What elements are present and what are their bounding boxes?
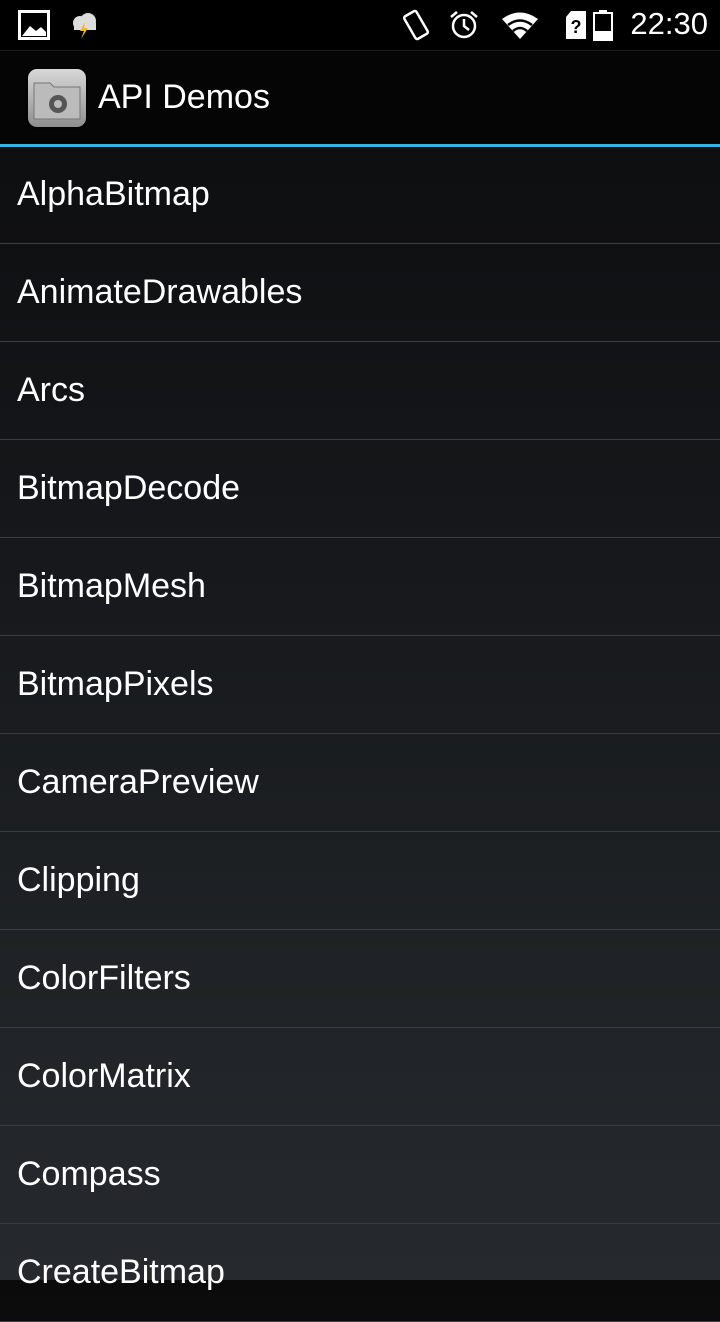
list-item[interactable]: Clipping [0, 832, 720, 930]
list-item-label: ColorMatrix [17, 1057, 191, 1095]
list-item[interactable]: CreateBitmap [0, 1224, 720, 1322]
list-item[interactable]: Compass [0, 1126, 720, 1224]
list-item-label: ColorFilters [17, 959, 191, 997]
list-item-label: BitmapPixels [17, 665, 214, 703]
list-item[interactable]: AlphaBitmap [0, 146, 720, 244]
status-bar: ? 22:30 [0, 0, 720, 51]
list-item-label: AlphaBitmap [17, 175, 210, 213]
weather-storm-icon [68, 10, 100, 40]
list-item[interactable]: CameraPreview [0, 734, 720, 832]
alarm-icon [448, 10, 480, 40]
list-item-label: BitmapDecode [17, 469, 241, 507]
list-item-label: Arcs [17, 371, 85, 409]
demo-list[interactable]: AlphaBitmap AnimateDrawables Arcs Bitmap… [0, 146, 720, 1322]
list-item[interactable]: Arcs [0, 342, 720, 440]
list-item[interactable]: BitmapDecode [0, 440, 720, 538]
clock: 22:30 [630, 6, 708, 41]
list-item[interactable]: ColorMatrix [0, 1028, 720, 1126]
list-item[interactable]: BitmapMesh [0, 538, 720, 636]
sim-unknown-icon: ? [565, 10, 587, 40]
list-item-label: CameraPreview [17, 763, 259, 801]
svg-text:?: ? [571, 17, 582, 37]
list-item-label: CreateBitmap [17, 1253, 225, 1291]
action-bar: API Demos [0, 51, 720, 147]
app-title: API Demos [98, 78, 270, 116]
image-notification-icon [18, 10, 50, 40]
api-demos-folder-gear-icon[interactable] [28, 68, 86, 127]
wifi-icon [500, 10, 540, 40]
list-item-label: BitmapMesh [17, 567, 206, 605]
vibrate-icon [400, 9, 432, 41]
list-item[interactable]: ColorFilters [0, 930, 720, 1028]
list-item-label: Clipping [17, 861, 140, 899]
list-item[interactable]: BitmapPixels [0, 636, 720, 734]
battery-icon [592, 10, 614, 41]
list-item[interactable]: AnimateDrawables [0, 244, 720, 342]
list-item-label: Compass [17, 1155, 161, 1193]
list-item-label: AnimateDrawables [17, 273, 303, 311]
